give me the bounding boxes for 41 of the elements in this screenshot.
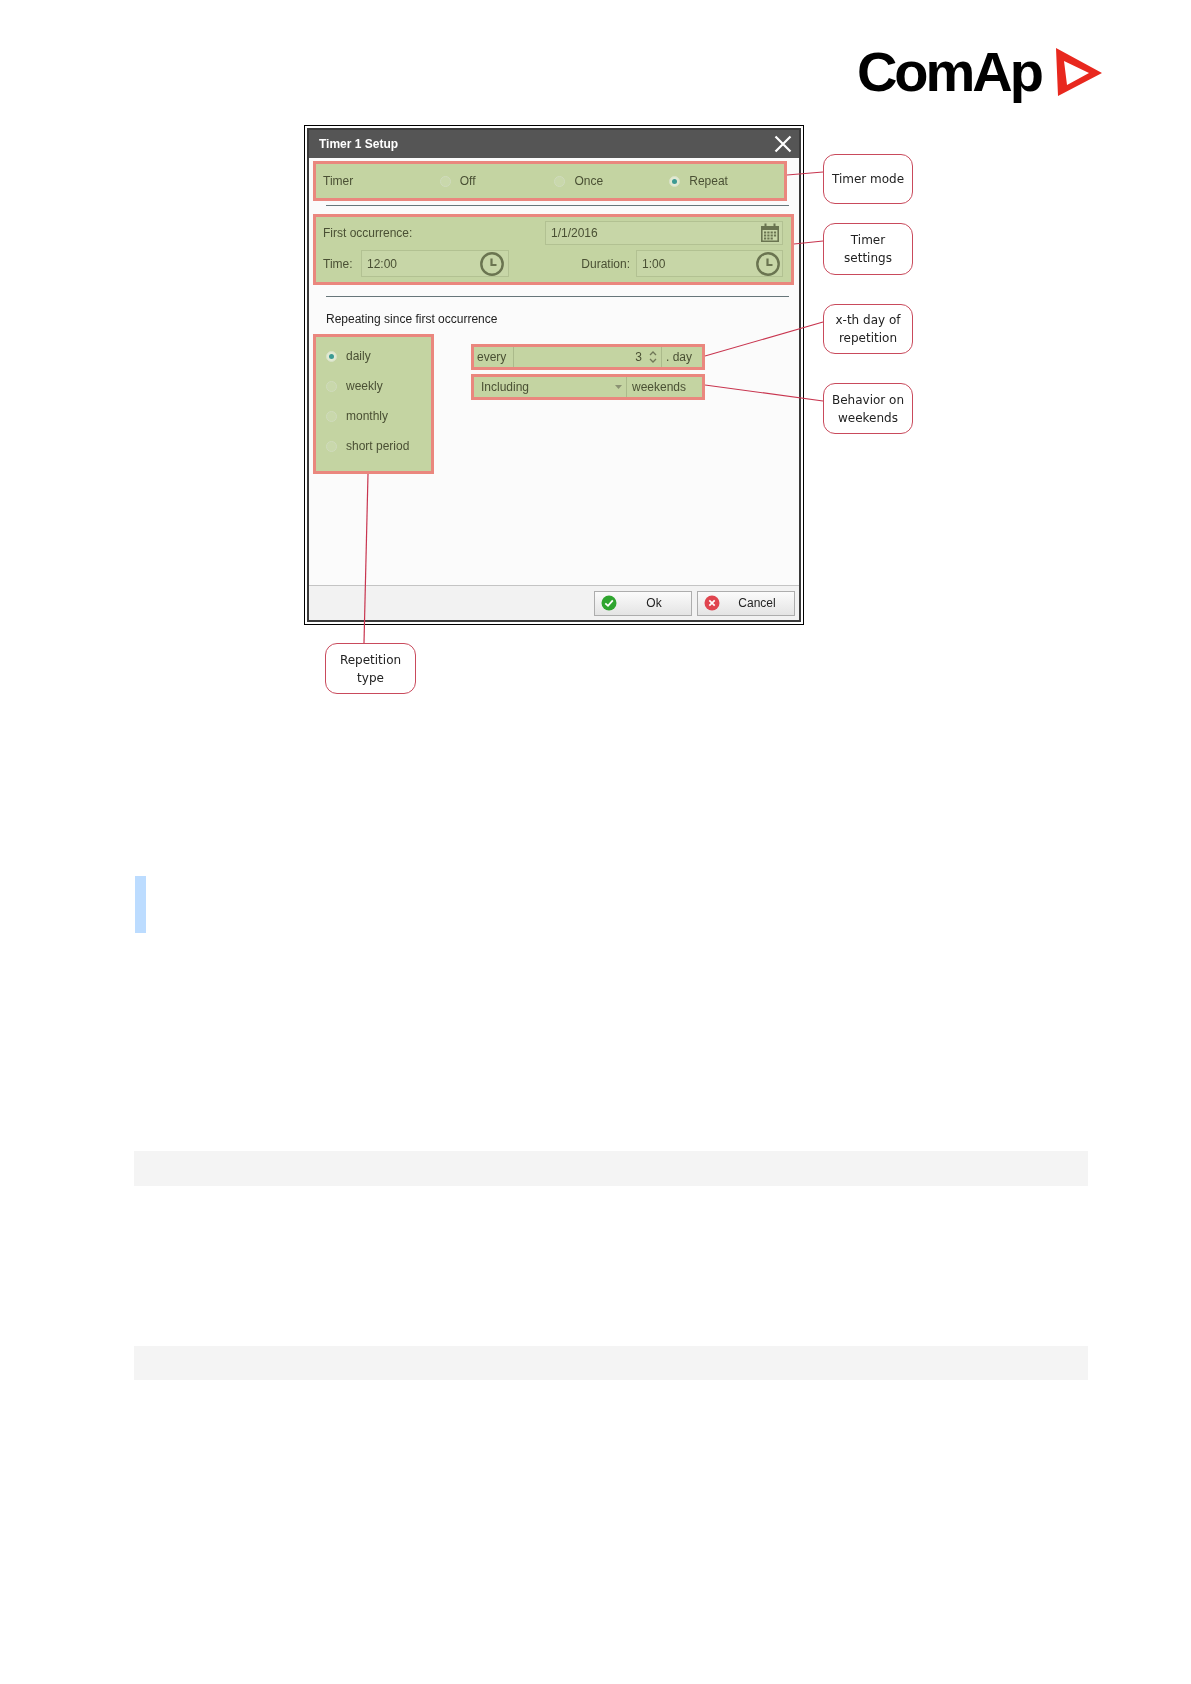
cancel-button[interactable]: Cancel [697, 590, 795, 616]
section-heading: Repeating since first occurrence [326, 311, 498, 327]
time-label: Time: [323, 255, 354, 273]
close-icon[interactable] [774, 135, 792, 153]
triangle-logo-icon [1055, 47, 1103, 97]
clock-icon[interactable] [756, 251, 780, 276]
annotation-callout: Timer settings [823, 223, 913, 275]
radio-option[interactable]: short period [326, 437, 410, 455]
leader-line [793, 240, 824, 245]
calendar-icon[interactable] [760, 223, 780, 243]
annotation-callout: Repetition type [325, 643, 416, 694]
time-field[interactable]: 12:00 [361, 250, 509, 277]
annotation-callout: x-th day of repetition [823, 304, 913, 354]
x-circle-icon [704, 595, 720, 611]
timer-label: Timer [323, 173, 355, 190]
accent-bar [135, 876, 146, 933]
clock-icon[interactable] [480, 251, 504, 276]
first-occurrence-label: First occurrence: [323, 225, 413, 242]
annotation-callout: Timer mode [823, 154, 913, 204]
duration-label: Duration: [581, 255, 630, 273]
brand-logo-text: ComAp [856, 40, 1041, 104]
annotation-callout: Behavior on weekends [823, 383, 913, 434]
caret-icon [615, 385, 622, 389]
radio-option[interactable]: Once [554, 172, 604, 190]
radio-option[interactable]: daily [326, 347, 371, 365]
leader-line [786, 171, 824, 176]
interval-suffix-label: . day [661, 347, 702, 367]
weekends-label: weekends [631, 379, 688, 396]
duration-field[interactable]: 1:00 [636, 250, 783, 277]
interval-prefix-label: every [474, 347, 514, 367]
radio-option[interactable]: weekly [326, 377, 383, 395]
weekend-mode-dropdown[interactable]: Including [474, 377, 627, 397]
radio-option[interactable]: Repeat [669, 172, 728, 190]
radio-option[interactable]: monthly [326, 407, 389, 425]
date-field[interactable]: 1/1/2016 [545, 221, 783, 245]
interval-number-field[interactable]: 3 [514, 347, 661, 367]
up-down-arrows-icon[interactable] [649, 350, 657, 364]
ok-button[interactable]: Ok [594, 590, 692, 616]
radio-option[interactable]: Off [439, 172, 476, 190]
dialog-title: Timer 1 Setup [319, 136, 399, 153]
check-circle-icon [601, 595, 617, 611]
